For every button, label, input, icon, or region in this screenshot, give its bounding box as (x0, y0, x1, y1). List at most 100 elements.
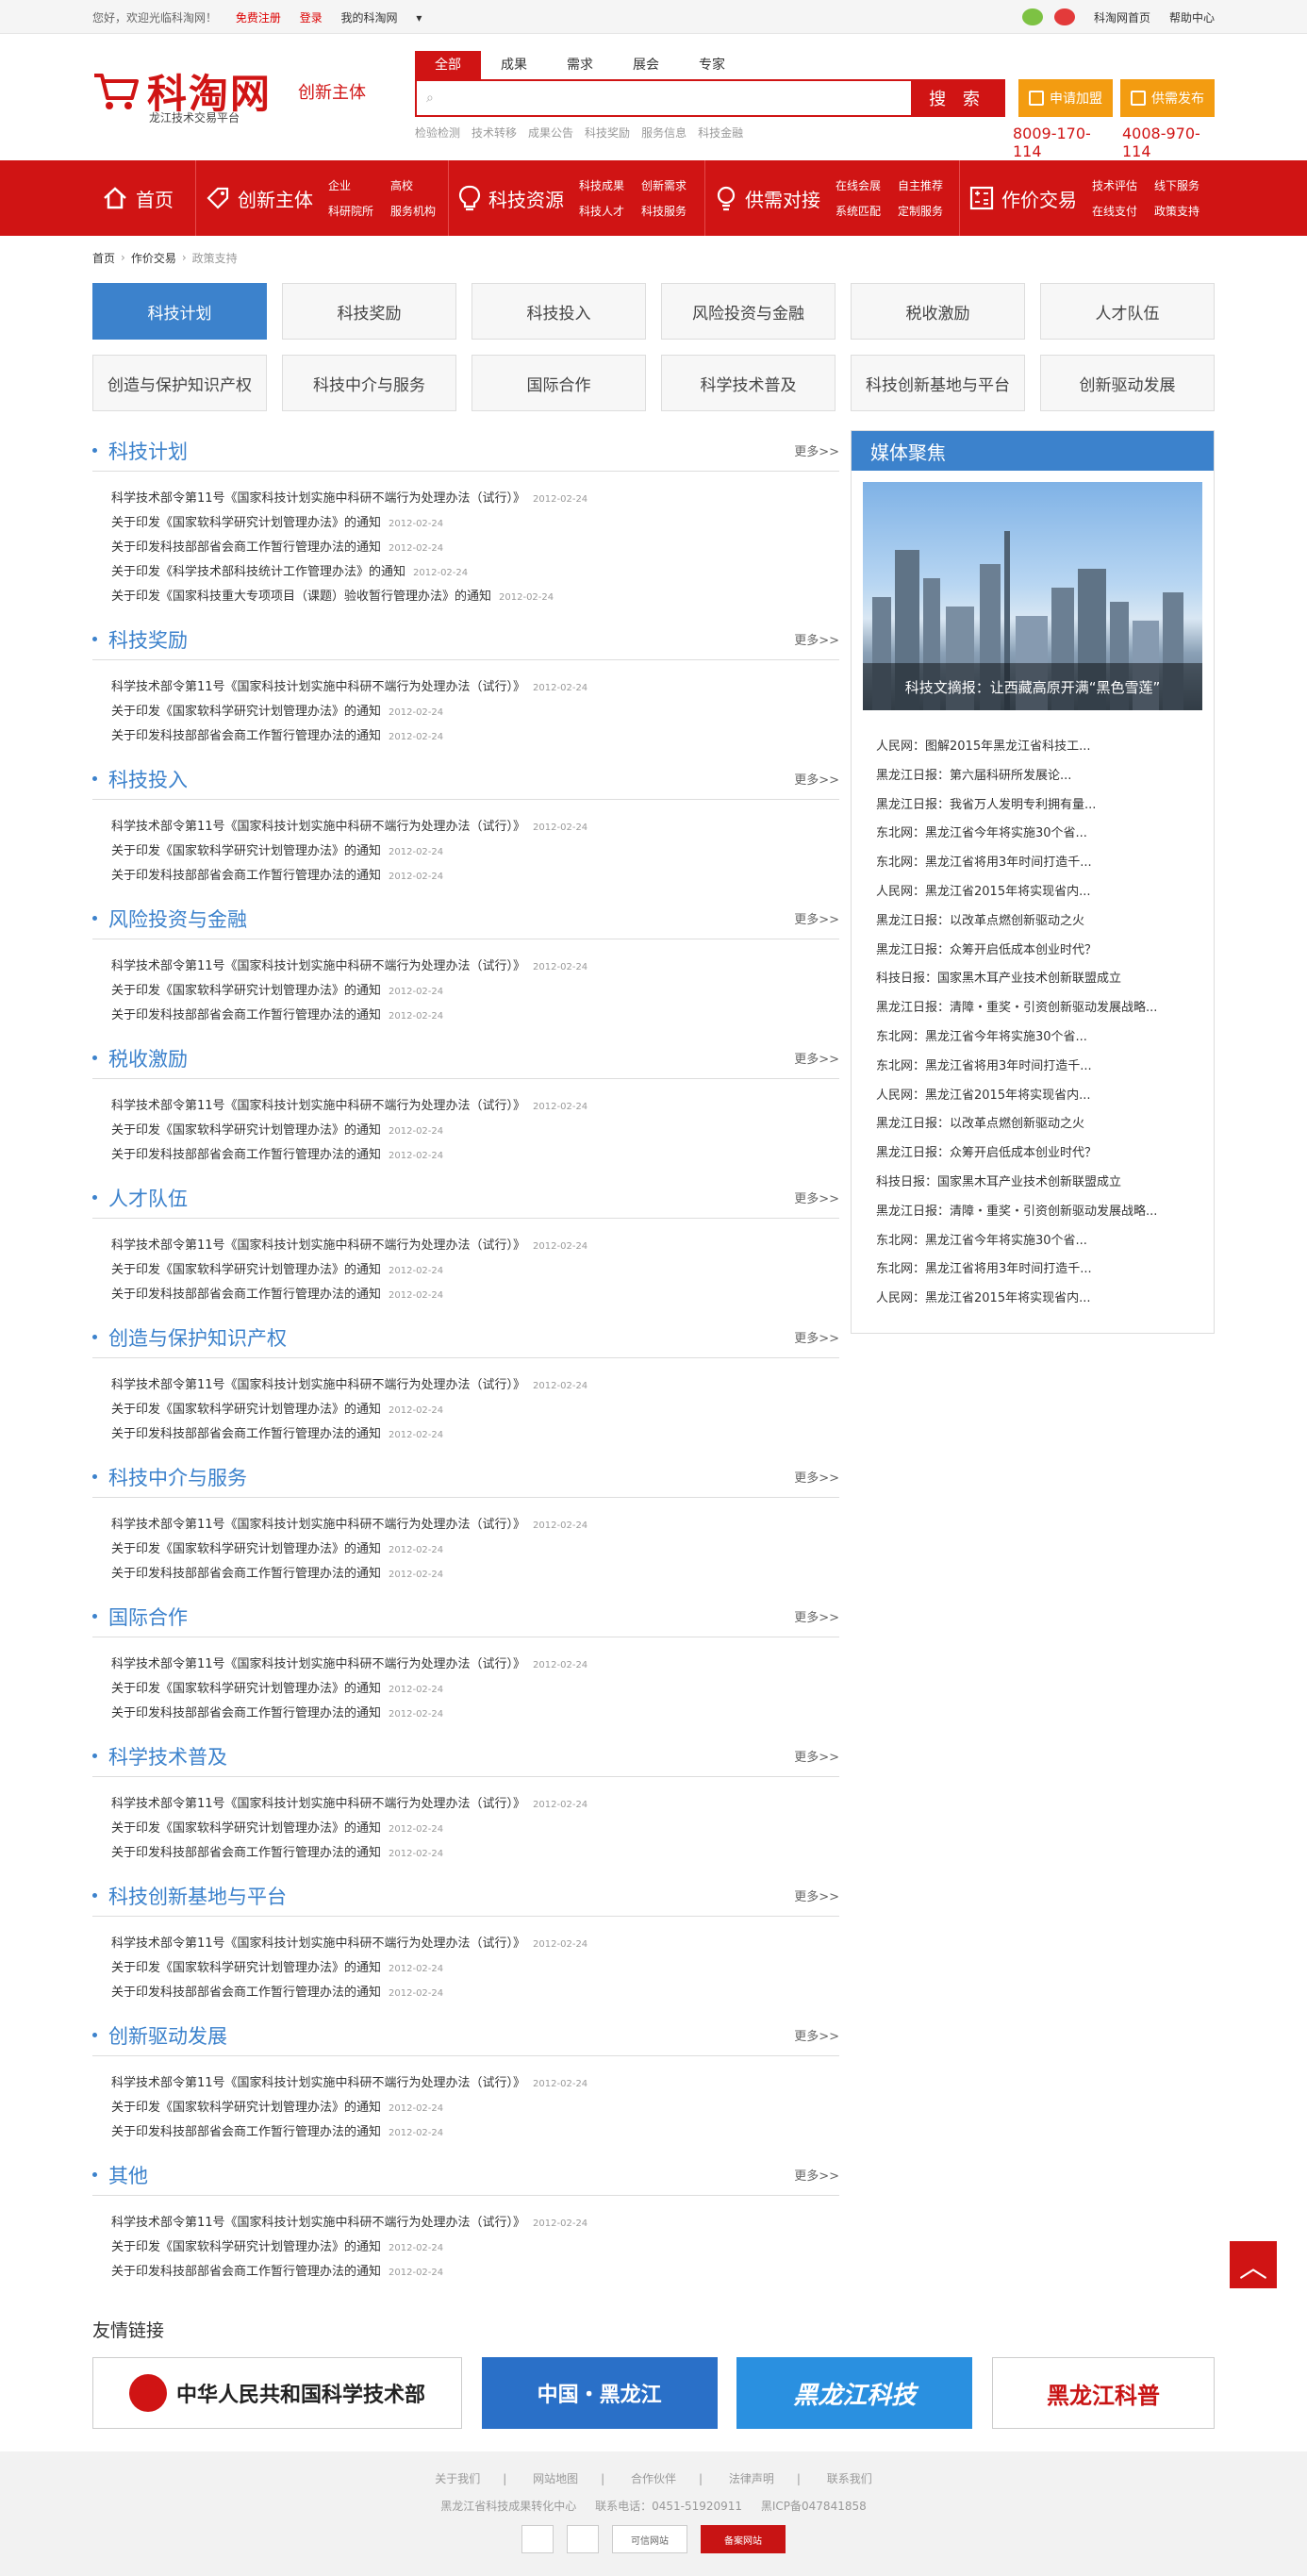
hot-keyword[interactable]: 服务信息 (641, 125, 687, 141)
nav-sub-item[interactable]: 企业 (328, 177, 373, 193)
item-title[interactable]: 关于印发《国家软科学研究计划管理办法》的通知 (111, 2101, 381, 2115)
more-link[interactable]: 更多>> (794, 441, 839, 459)
list-item[interactable]: 关于印发《国家软科学研究计划管理办法》的通知 2012-02-24 (111, 1817, 839, 1841)
item-title[interactable]: 关于印发科技部部省会商工作暂行管理办法的通知 (111, 1706, 381, 1720)
list-item[interactable]: 关于印发《国家软科学研究计划管理办法》的通知 2012-02-24 (111, 2096, 839, 2120)
search-tab-all[interactable]: 全部 (415, 51, 481, 79)
category-tab[interactable]: 科技奖励 (282, 283, 456, 340)
item-title[interactable]: 关于印发科技部部省会商工作暂行管理办法的通知 (111, 2265, 381, 2279)
section-title[interactable]: 科学技术普及 (92, 1742, 227, 1770)
nav-sub-item[interactable]: 系统匹配 (835, 203, 881, 219)
help-link[interactable]: 帮助中心 (1169, 9, 1215, 25)
search-button[interactable]: 搜 索 (911, 81, 1003, 115)
footer-link[interactable]: 合作伙伴 (631, 2472, 676, 2485)
friend-link-most[interactable]: 中华人民共和国科学技术部 (92, 2357, 462, 2429)
more-link[interactable]: 更多>> (794, 1188, 839, 1206)
nav-resources-title[interactable]: 科技资源 (458, 185, 564, 212)
friend-link-hlj-gov[interactable]: 中国・黑龙江 (481, 2357, 718, 2429)
back-to-top-button[interactable]: ︿ (1230, 2241, 1277, 2288)
category-tab[interactable]: 人才队伍 (1040, 283, 1215, 340)
media-news-item[interactable]: 黑龙江日报：众筹开启低成本创业时代？ (876, 937, 1195, 966)
item-title[interactable]: 科学技术部令第11号《国家科技计划实施中科研不端行为处理办法（试行）》 (111, 1238, 525, 1253)
section-title[interactable]: 国际合作 (92, 1603, 188, 1631)
category-tab[interactable]: 创新驱动发展 (1040, 355, 1215, 411)
category-tab[interactable]: 科学技术普及 (661, 355, 835, 411)
item-title[interactable]: 科学技术部令第11号《国家科技计划实施中科研不端行为处理办法（试行）》 (111, 491, 525, 506)
item-title[interactable]: 关于印发《国家软科学研究计划管理办法》的通知 (111, 1542, 381, 1556)
trusted-site-badge[interactable]: 可信网站 (612, 2525, 687, 2553)
category-tab[interactable]: 创造与保护知识产权 (92, 355, 267, 411)
list-item[interactable]: 关于印发《国家科技重大专项项目（课题）验收暂行管理办法》的通知 2012-02-2… (111, 585, 839, 609)
breadcrumb-trade[interactable]: 作价交易 (131, 250, 176, 266)
item-title[interactable]: 关于印发科技部部省会商工作暂行管理办法的通知 (111, 1148, 381, 1162)
media-news-item[interactable]: 科技日报：国家黑木耳产业技术创新联盟成立 (876, 965, 1195, 994)
media-focus-image[interactable]: 科技文摘报：让西藏高原开满“黑色雪莲” (863, 482, 1202, 710)
category-tab[interactable]: 科技计划 (92, 283, 267, 340)
item-title[interactable]: 科学技术部令第11号《国家科技计划实施中科研不端行为处理办法（试行）》 (111, 1936, 525, 1951)
item-title[interactable]: 关于印发《国家软科学研究计划管理办法》的通知 (111, 2240, 381, 2254)
item-title[interactable]: 关于印发科技部部省会商工作暂行管理办法的通知 (111, 2125, 381, 2139)
media-news-item[interactable]: 东北网：黑龙江省今年将实施30个省... (876, 820, 1195, 849)
more-link[interactable]: 更多>> (794, 1049, 839, 1067)
breadcrumb-home[interactable]: 首页 (92, 250, 115, 266)
more-link[interactable]: 更多>> (794, 1607, 839, 1625)
more-link[interactable]: 更多>> (794, 909, 839, 927)
category-tab[interactable]: 风险投资与金融 (661, 283, 835, 340)
item-title[interactable]: 关于印发《国家软科学研究计划管理办法》的通知 (111, 516, 381, 530)
list-item[interactable]: 关于印发科技部部省会商工作暂行管理办法的通知 2012-02-24 (111, 1143, 839, 1168)
media-news-item[interactable]: 东北网：黑龙江省将用3年时间打造千... (876, 1053, 1195, 1082)
nav-sub-item[interactable]: 自主推荐 (898, 177, 943, 193)
my-account-menu[interactable]: 我的科淘网 ▾ (341, 11, 438, 25)
item-title[interactable]: 关于印发《国家软科学研究计划管理办法》的通知 (111, 1682, 381, 1696)
list-item[interactable]: 关于印发《国家软科学研究计划管理办法》的通知 2012-02-24 (111, 979, 839, 1004)
nav-sub-item[interactable]: 科研院所 (328, 203, 373, 219)
item-title[interactable]: 关于印发科技部部省会商工作暂行管理办法的通知 (111, 1288, 381, 1302)
list-item[interactable]: 关于印发科技部部省会商工作暂行管理办法的通知 2012-02-24 (111, 2120, 839, 2145)
weibo-icon[interactable] (1053, 8, 1075, 25)
nav-innovation-title[interactable]: 创新主体 (206, 185, 313, 212)
nav-sub-item[interactable]: 高校 (390, 177, 436, 193)
record-site-badge[interactable]: 备案网站 (701, 2525, 786, 2553)
list-item[interactable]: 科学技术部令第11号《国家科技计划实施中科研不端行为处理办法（试行）》 2012-… (111, 1513, 839, 1537)
section-title[interactable]: 创造与保护知识产权 (92, 1323, 287, 1352)
item-title[interactable]: 关于印发科技部部省会商工作暂行管理办法的通知 (111, 869, 381, 883)
category-tab[interactable]: 税收激励 (851, 283, 1025, 340)
friend-link-hljkjt[interactable]: 黑龙江科技 (736, 2357, 973, 2429)
nav-matching-title[interactable]: 供需对接 (715, 185, 820, 212)
media-news-item[interactable]: 黑龙江日报：众筹开启低成本创业时代？ (876, 1139, 1195, 1169)
category-tab[interactable]: 科技投入 (472, 283, 646, 340)
item-title[interactable]: 科学技术部令第11号《国家科技计划实施中科研不端行为处理办法（试行）》 (111, 1099, 525, 1113)
media-news-item[interactable]: 东北网：黑龙江省今年将实施30个省... (876, 1023, 1195, 1053)
item-title[interactable]: 关于印发《国家软科学研究计划管理办法》的通知 (111, 844, 381, 858)
hot-keyword[interactable]: 技术转移 (472, 125, 517, 141)
list-item[interactable]: 科学技术部令第11号《国家科技计划实施中科研不端行为处理办法（试行）》 2012-… (111, 675, 839, 700)
hot-keyword[interactable]: 成果公告 (528, 125, 573, 141)
media-news-item[interactable]: 黑龙江日报：以改革点燃创新驱动之火 (876, 1110, 1195, 1139)
nav-sub-item[interactable]: 技术评估 (1092, 177, 1137, 193)
item-title[interactable]: 关于印发《国家科技重大专项项目（课题）验收暂行管理办法》的通知 (111, 590, 491, 604)
wechat-icon[interactable] (1021, 8, 1043, 25)
item-title[interactable]: 关于印发《国家软科学研究计划管理办法》的通知 (111, 1263, 381, 1277)
list-item[interactable]: 关于印发《国家软科学研究计划管理办法》的通知 2012-02-24 (111, 1119, 839, 1143)
list-item[interactable]: 科学技术部令第11号《国家科技计划实施中科研不端行为处理办法（试行）》 2012-… (111, 2211, 839, 2235)
login-link[interactable]: 登录 (300, 11, 323, 25)
nav-trade-title[interactable]: 作价交易 (969, 185, 1077, 212)
list-item[interactable]: 科学技术部令第11号《国家科技计划实施中科研不端行为处理办法（试行）》 2012-… (111, 815, 839, 839)
register-link[interactable]: 免费注册 (236, 11, 281, 25)
section-title[interactable]: 科技计划 (92, 437, 188, 465)
list-item[interactable]: 关于印发科技部部省会商工作暂行管理办法的通知 2012-02-24 (111, 1981, 839, 2005)
media-news-item[interactable]: 人民网：黑龙江省2015年将实现省内... (876, 1082, 1195, 1111)
more-link[interactable]: 更多>> (794, 1468, 839, 1486)
nav-home[interactable]: 首页 (92, 160, 196, 236)
item-title[interactable]: 关于印发《国家软科学研究计划管理办法》的通知 (111, 1403, 381, 1417)
nav-sub-item[interactable]: 科技成果 (579, 177, 624, 193)
more-link[interactable]: 更多>> (794, 1886, 839, 1904)
item-title[interactable]: 关于印发《科学技术部科技统计工作管理办法》的通知 (111, 565, 405, 579)
hot-keyword[interactable]: 检验检测 (415, 125, 460, 141)
more-link[interactable]: 更多>> (794, 630, 839, 648)
list-item[interactable]: 关于印发科技部部省会商工作暂行管理办法的通知 2012-02-24 (111, 1422, 839, 1447)
media-news-item[interactable]: 黑龙江日报：第六届科研所发展论... (876, 762, 1195, 791)
item-title[interactable]: 关于印发《国家软科学研究计划管理办法》的通知 (111, 984, 381, 998)
section-title[interactable]: 风险投资与金融 (92, 905, 247, 933)
category-tab[interactable]: 科技创新基地与平台 (851, 355, 1025, 411)
